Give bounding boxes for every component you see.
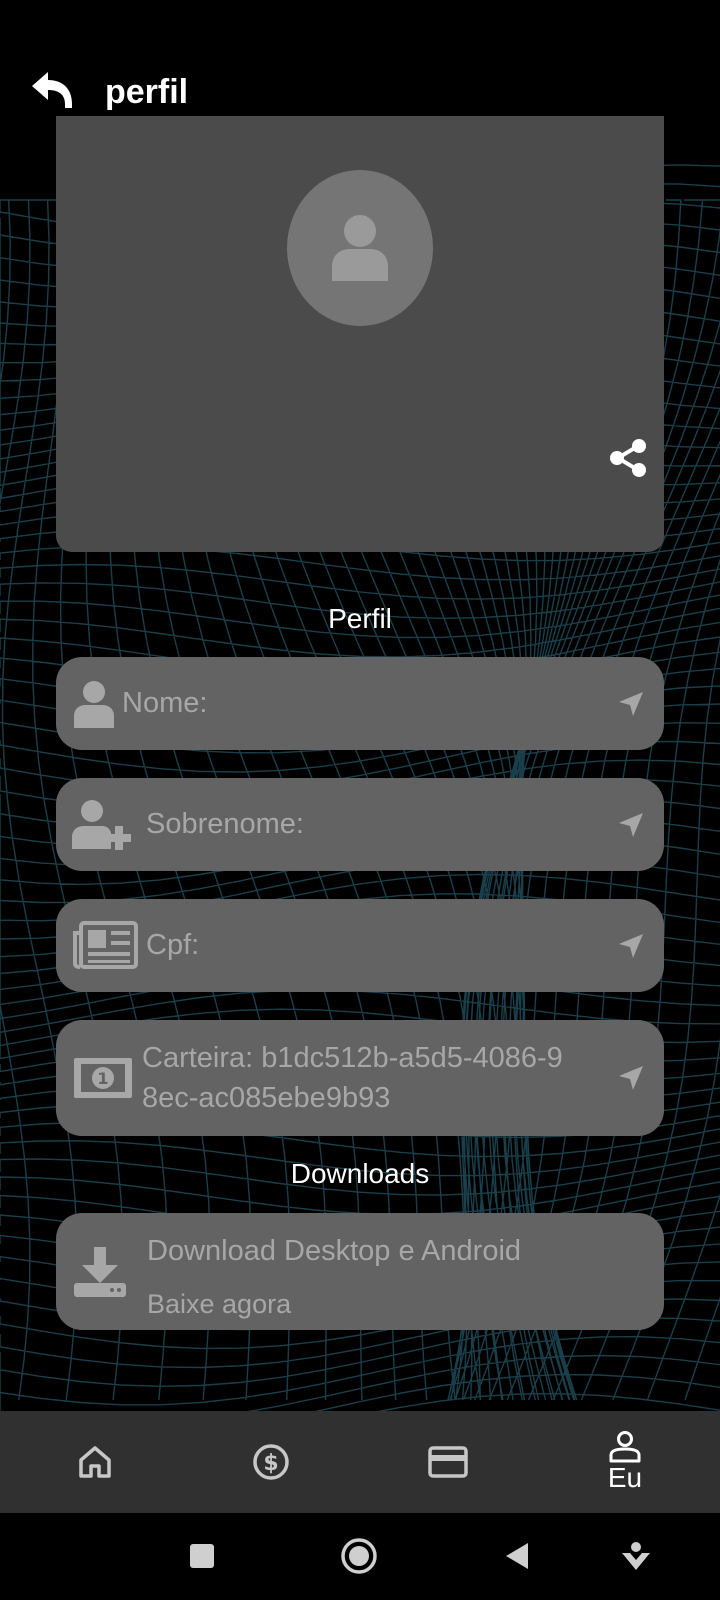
- assistant-icon: [622, 1542, 650, 1570]
- nav-eu[interactable]: Eu: [565, 1411, 685, 1513]
- back-triangle-icon: [506, 1543, 528, 1569]
- home-icon: [79, 1446, 111, 1478]
- avatar[interactable]: [287, 170, 433, 326]
- profile-section-title: Perfil: [328, 603, 392, 634]
- field-label: Nome:: [122, 687, 208, 719]
- download-title: Download Desktop e Android: [147, 1235, 522, 1267]
- card-icon: [428, 1446, 468, 1478]
- system-nav-bar: [0, 1513, 720, 1600]
- nav-home[interactable]: [35, 1411, 155, 1513]
- recents-square-icon: [190, 1544, 214, 1568]
- wallet-label-line1: Carteira: b1dc512b-a5d5-4086-9: [142, 1042, 563, 1074]
- profile-card: [56, 116, 664, 552]
- back-arrow-icon: [32, 72, 72, 108]
- assistant-button[interactable]: [613, 1533, 659, 1579]
- location-arrow-icon[interactable]: [616, 931, 646, 961]
- nav-financeiro[interactable]: $: [211, 1411, 331, 1513]
- download-item[interactable]: Download Desktop e Android Baixe agora: [56, 1213, 664, 1330]
- recents-button[interactable]: [179, 1533, 225, 1579]
- bottom-nav: $ Eu: [0, 1411, 720, 1513]
- home-circle-icon: [341, 1538, 377, 1574]
- location-arrow-icon[interactable]: [616, 810, 646, 840]
- location-arrow-icon[interactable]: [616, 1063, 646, 1093]
- location-arrow-icon[interactable]: [616, 689, 646, 719]
- download-subtitle: Baixe agora: [147, 1289, 292, 1319]
- svg-text:$: $: [263, 1451, 278, 1476]
- page-title: perfil: [105, 73, 189, 111]
- person-icon: [609, 1431, 641, 1463]
- field-cpf[interactable]: Cpf:: [56, 899, 664, 992]
- home-system-button[interactable]: [336, 1533, 382, 1579]
- user-plus-icon: [72, 799, 138, 851]
- money-bill-icon: 1: [72, 1056, 134, 1100]
- user-icon: [332, 215, 388, 281]
- downloads-section-title: Downloads: [290, 1158, 430, 1189]
- field-sobrenome[interactable]: Sobrenome:: [56, 778, 664, 871]
- field-label: Sobrenome:: [146, 808, 304, 840]
- download-icon: [72, 1245, 128, 1297]
- user-icon: [72, 679, 116, 729]
- nav-label: Eu: [607, 1462, 643, 1493]
- share-icon: [610, 439, 646, 477]
- nav-cartao[interactable]: [388, 1411, 508, 1513]
- back-system-button[interactable]: [494, 1533, 540, 1579]
- app-header: perfil: [0, 60, 720, 124]
- field-carteira[interactable]: 1 Carteira: b1dc512b-a5d5-4086-9 8ec-ac0…: [56, 1020, 664, 1136]
- share-button[interactable]: [608, 438, 648, 478]
- newspaper-icon: [72, 921, 138, 969]
- back-button[interactable]: [28, 66, 76, 114]
- field-label: Cpf:: [146, 929, 200, 961]
- dollar-circle-icon: $: [253, 1444, 289, 1480]
- wallet-label-line2: 8ec-ac085ebe9b93: [142, 1082, 391, 1114]
- svg-text:1: 1: [97, 1069, 108, 1088]
- field-nome[interactable]: Nome:: [56, 657, 664, 750]
